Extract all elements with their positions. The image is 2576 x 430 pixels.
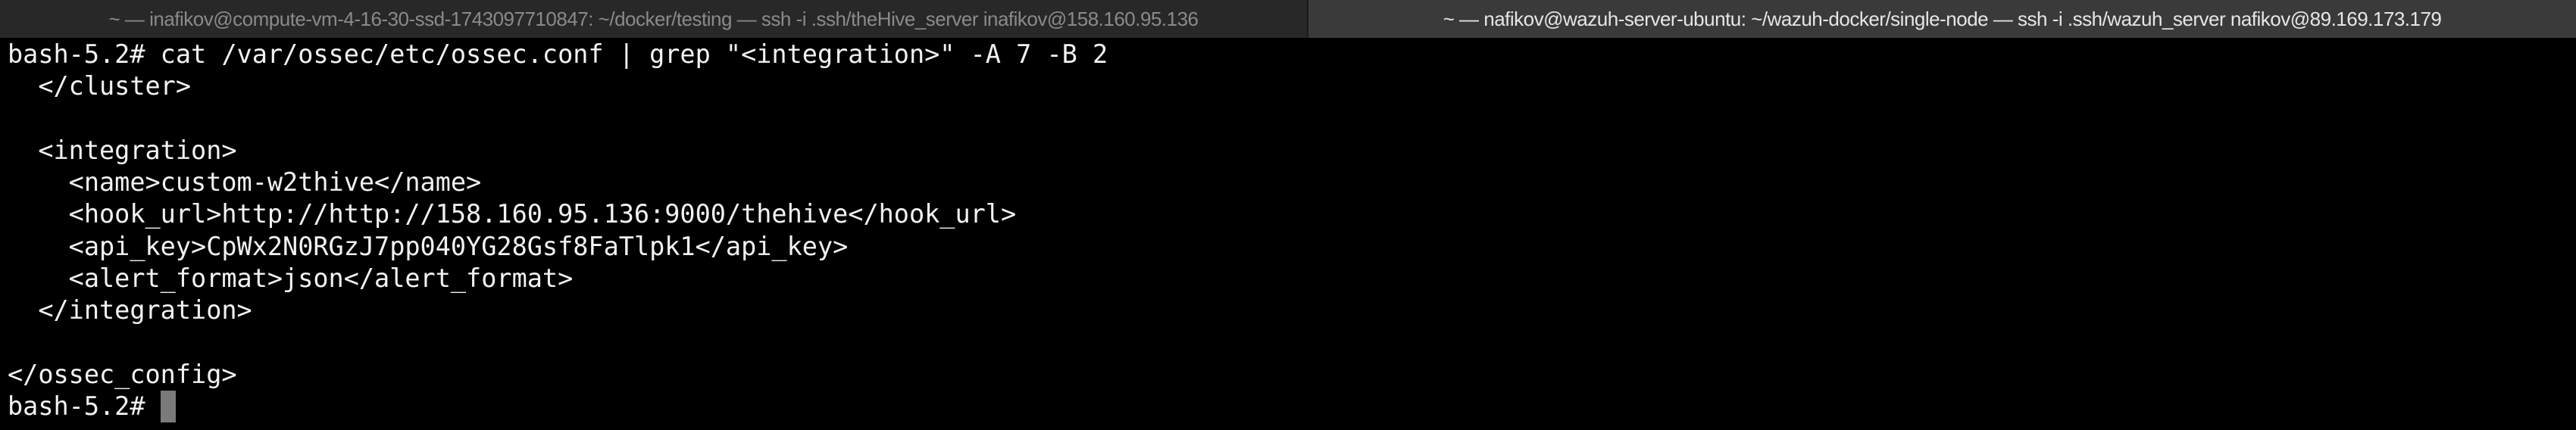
output-line: </integration> — [8, 295, 252, 326]
terminal-output[interactable]: bash-5.2# cat /var/ossec/etc/ossec.conf … — [8, 39, 1108, 423]
tab-title: ~ — inafikov@compute-vm-4-16-30-ssd-1743… — [108, 7, 1199, 30]
command-line: bash-5.2# cat /var/ossec/etc/ossec.conf … — [8, 39, 1108, 69]
tab-thehive-server[interactable]: ~ — inafikov@compute-vm-4-16-30-ssd-1743… — [0, 0, 1308, 38]
output-line: <name>custom-w2thive</name> — [8, 167, 482, 198]
tab-bar: ~ — inafikov@compute-vm-4-16-30-ssd-1743… — [0, 0, 2576, 38]
output-line: <api_key>CpWx2N0RGzJ7pp040YG28Gsf8FaTlpk… — [8, 231, 849, 261]
tab-title: ~ — nafikov@wazuh-server-ubuntu: ~/wazuh… — [1443, 7, 2442, 30]
shell-prompt: bash-5.2# — [8, 391, 161, 422]
prompt-line[interactable]: bash-5.2# — [8, 391, 1108, 423]
output-line: </ossec_config> — [8, 359, 237, 389]
output-line: <integration> — [8, 135, 237, 165]
text-cursor — [160, 391, 176, 423]
output-line: </cluster> — [8, 71, 192, 101]
output-line: <alert_format>json</alert_format> — [8, 263, 574, 294]
output-line: <hook_url>http://http://158.160.95.136:9… — [8, 199, 1017, 229]
tab-wazuh-server[interactable]: ~ — nafikov@wazuh-server-ubuntu: ~/wazuh… — [1308, 0, 2576, 38]
